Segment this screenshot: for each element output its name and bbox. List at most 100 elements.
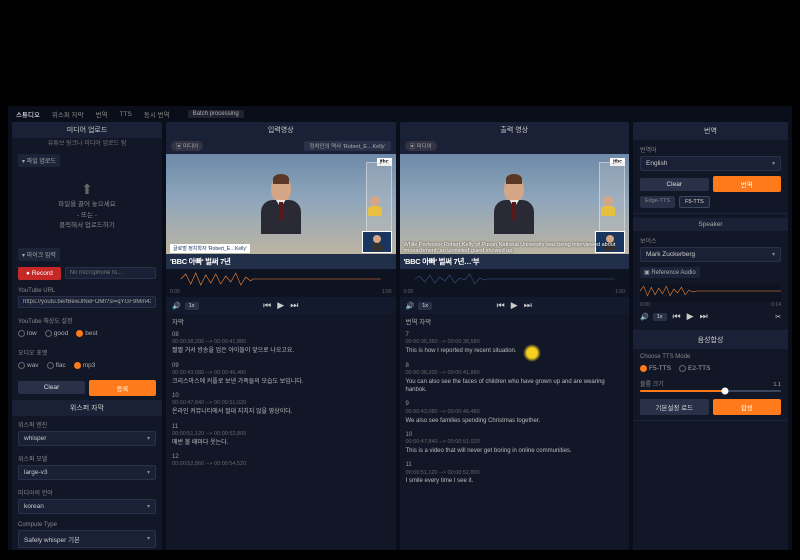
youtube-url-input[interactable]	[18, 296, 156, 308]
chevron-down-icon: ▾	[147, 535, 150, 542]
input-controls: 🔊 1x ⏮ ▶ ⏭	[166, 297, 396, 314]
upload-icon: ⬆	[22, 178, 152, 200]
media-lang-label: 미디어의 언어	[18, 488, 156, 497]
submit-button[interactable]: 등록	[89, 380, 156, 396]
translate-clear-button[interactable]: Clear	[640, 178, 709, 191]
quality-low[interactable]: low	[18, 330, 37, 337]
play-icon[interactable]: ▶	[277, 300, 284, 311]
child-graphic	[601, 196, 615, 214]
chevron-down-icon: ▾	[147, 503, 150, 510]
input-waveform[interactable]: 0:001:00	[166, 269, 396, 297]
whisper-section-title: 위스퍼 자막	[12, 400, 162, 416]
output-video-title: 출력 영상	[400, 122, 630, 138]
f5-tts-chip[interactable]: F5-TTS	[679, 196, 710, 208]
target-lang-select[interactable]: English▾	[640, 156, 781, 171]
fmt-wav[interactable]: wav	[18, 362, 39, 369]
record-button[interactable]: ● Record	[18, 267, 61, 280]
input-subtitles[interactable]: 자막 0800:00:38,200 --> 00:00:41,880쩔쩔 거서 …	[166, 314, 396, 550]
ref-controls: 🔊 1x ⏮ ▶ ⏭ ✂	[640, 308, 781, 325]
upload-dropzone[interactable]: ⬆ 파일을 끌어 놓으세요 - 또는 - 클릭해서 업로드하기	[18, 170, 156, 240]
input-video-title: 입력영상	[166, 122, 396, 138]
mic-select[interactable]	[65, 267, 156, 279]
left-panel: 미디어 업로드 유튜브 링크나 미디어 업로드 됨 ▾ 파일 업로드 ⬆ 파일을…	[12, 122, 162, 550]
play-icon[interactable]: ▶	[687, 311, 694, 322]
tts-mode-label: Choose TTS Mode	[640, 354, 781, 360]
output-video-panel: 출력 영상 ▣ 미디어 jtbc While Professor Robert …	[400, 122, 630, 550]
tab-batch[interactable]: Batch processing	[188, 110, 244, 118]
edge-tts-chip[interactable]: Edge-TTS	[640, 196, 675, 208]
input-video-player[interactable]: jtbc 글로벌 정치학자 'Robert_E…Kelly' 'BBC 아빠' …	[166, 154, 396, 269]
format-radios: wav flac mp3	[18, 359, 156, 372]
speed-badge[interactable]: 1x	[185, 302, 199, 310]
upload-title: 미디어 업로드	[12, 122, 162, 138]
tab-sync[interactable]: 동시 번역	[144, 109, 170, 119]
quality-good[interactable]: good	[45, 330, 68, 337]
child-graphic	[368, 196, 382, 214]
speed-badge[interactable]: 1x	[418, 302, 432, 310]
volume-icon[interactable]: 🔊	[640, 313, 649, 321]
fmt-mp3[interactable]: mp3	[74, 362, 96, 369]
tab-whisper[interactable]: 위스퍼 자막	[52, 109, 84, 119]
voice-select[interactable]: Mark Zuckerberg▾	[640, 247, 781, 262]
yt-quality-label: YouTube 해상도 설정	[18, 316, 156, 325]
chyron: 글로벌 정치학자 'Robert_E…Kelly' 'BBC 아빠' 벌써 7년	[166, 254, 396, 269]
pip-inset	[362, 231, 392, 253]
media-lang-select[interactable]: korean▾	[18, 499, 156, 514]
compute-label: Compute Type	[18, 522, 156, 528]
translate-button[interactable]: 번역	[713, 176, 782, 192]
chevron-down-icon: ▾	[147, 435, 150, 442]
play-icon[interactable]: ▶	[511, 300, 518, 311]
chyron: 'BBC 아빠' 벌써 7년…'부	[400, 254, 630, 269]
speed-badge[interactable]: 1x	[653, 313, 667, 321]
trim-icon[interactable]: ✂	[775, 313, 781, 321]
quality-radios: low good best	[18, 327, 156, 340]
prev-icon[interactable]: ⏮	[263, 300, 271, 311]
tab-tts[interactable]: TTS	[120, 111, 132, 118]
chevron-down-icon: ▾	[772, 160, 775, 167]
ref-waveform[interactable]	[640, 284, 781, 302]
compute-select[interactable]: Safely whisper 기본▾	[18, 530, 156, 548]
next-icon[interactable]: ⏭	[290, 300, 298, 311]
media-pill: ▣ 미디어	[405, 141, 437, 151]
file-upload-label: ▾ 파일 업로드	[18, 154, 60, 167]
clear-button[interactable]: Clear	[18, 381, 85, 394]
mode-e2[interactable]: E2-TTS	[679, 365, 710, 372]
model-label: 위스퍼 모델	[18, 454, 156, 463]
filename-pill: 정치인의 역사 'Robert_E…Kelly'	[304, 141, 390, 151]
output-controls: 🔊 1x ⏮ ▶ ⏭	[400, 297, 630, 314]
audio-format-label: 오디오 포멧	[18, 348, 156, 357]
speaker-header: Speaker	[633, 218, 788, 231]
volume-slider[interactable]	[640, 390, 781, 392]
prev-icon[interactable]: ⏮	[673, 311, 681, 322]
output-subtitles[interactable]: 번역 자막 700:00:35,360 --> 00:00:38,580This…	[400, 314, 630, 550]
chevron-down-icon: ▾	[147, 469, 150, 476]
tab-translate[interactable]: 번역	[96, 109, 108, 119]
output-video-player[interactable]: jtbc While Professor Robert Kelly of Pus…	[400, 154, 630, 269]
person-graphic	[492, 176, 536, 236]
ref-audio-label: ▣ Reference Audio	[640, 267, 700, 278]
media-pill: ▣ 미디어	[171, 141, 203, 151]
prev-icon[interactable]: ⏮	[497, 300, 505, 311]
right-panel: 번역 번역어 English▾ Clear 번역 Edge-TTS F5-TTS…	[633, 122, 788, 550]
volume-icon[interactable]: 🔊	[406, 302, 415, 310]
voice-label: 보이스	[640, 236, 781, 245]
tab-studio[interactable]: 스튜디오	[16, 109, 40, 119]
load-defaults-button[interactable]: 기본설정 로드	[640, 399, 709, 415]
synthesize-button[interactable]: 합성	[713, 399, 782, 415]
main-layout: 미디어 업로드 유튜브 링크나 미디어 업로드 됨 ▾ 파일 업로드 ⬆ 파일을…	[8, 122, 792, 550]
output-waveform[interactable]: 0:001:00	[400, 269, 630, 297]
engine-select[interactable]: whisper▾	[18, 431, 156, 446]
next-icon[interactable]: ⏭	[700, 311, 708, 322]
fmt-flac[interactable]: flac	[47, 362, 66, 369]
top-tabs: 스튜디오 위스퍼 자막 번역 TTS 동시 번역 Batch processin…	[8, 106, 792, 122]
volume-icon[interactable]: 🔊	[172, 302, 181, 310]
translate-title: 번역	[633, 122, 788, 140]
synth-title: 음성합성	[633, 331, 788, 349]
chevron-down-icon: ▾	[772, 251, 775, 258]
yt-url-label: YouTube URL	[18, 288, 156, 294]
quality-best[interactable]: best	[76, 330, 97, 337]
mode-f5[interactable]: F5-TTS	[640, 365, 671, 372]
mic-label: ▾ 마이크 입력	[18, 248, 60, 261]
model-select[interactable]: large-v3▾	[18, 465, 156, 480]
next-icon[interactable]: ⏭	[524, 300, 532, 311]
